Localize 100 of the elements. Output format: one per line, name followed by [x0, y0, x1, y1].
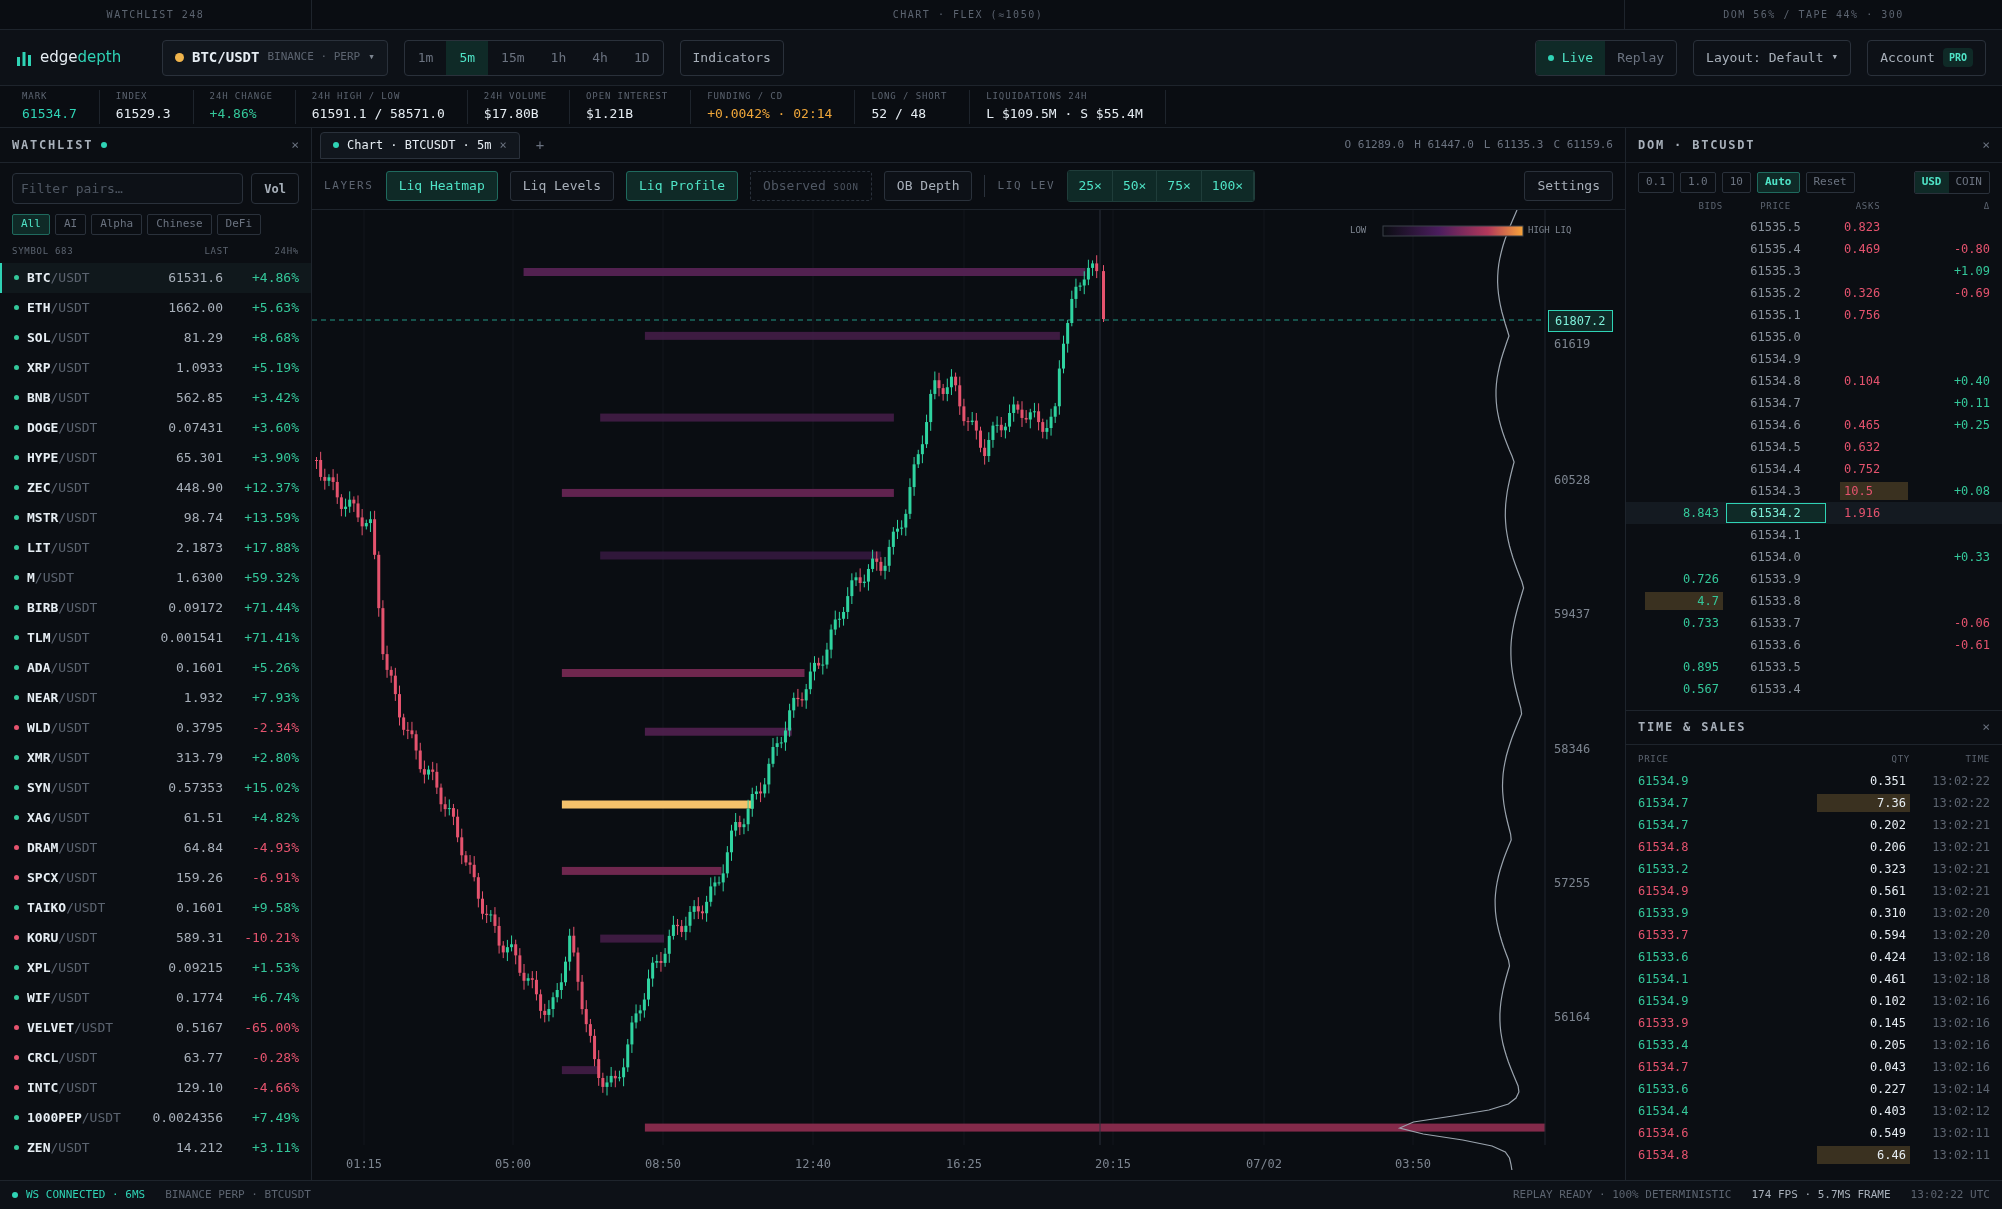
watchlist-row[interactable]: ADA/USDT 0.1601 +5.26%: [0, 652, 311, 683]
watchlist-row[interactable]: XAG/USDT 61.51 +4.82%: [0, 802, 311, 833]
close-button[interactable]: ×: [1982, 135, 1990, 155]
pair-symbol: XPL/USDT: [27, 958, 91, 977]
filter-chip[interactable]: All: [12, 214, 50, 235]
layer-toggle[interactable]: Liq Heatmap: [385, 171, 498, 201]
change-percent: +15.02%: [243, 778, 299, 797]
chart-tab[interactable]: Chart · BTCUSDT · 5m ×: [320, 131, 520, 159]
last-price: 0.1774: [176, 988, 223, 1007]
sort-button[interactable]: Vol: [251, 173, 299, 204]
reset-button[interactable]: Reset: [1805, 172, 1855, 193]
watchlist-row[interactable]: SOL/USDT 81.29 +8.68%: [0, 322, 311, 353]
indicators-button[interactable]: Indicators: [679, 39, 784, 76]
filter-field[interactable]: Filter pairs…: [12, 173, 244, 204]
watchlist-row[interactable]: 1000PEP/USDT 0.0024356 +7.49%: [0, 1102, 311, 1133]
timeframe-tab[interactable]: 4h: [579, 40, 621, 75]
filter-chip[interactable]: Alpha: [91, 214, 143, 235]
watchlist-row[interactable]: HYPE/USDT 65.301 +3.90%: [0, 442, 311, 473]
timeframe-tab[interactable]: 15m: [488, 40, 538, 75]
watchlist-row[interactable]: BTC/USDT 61531.6 +4.86%: [0, 262, 311, 293]
layer-toggle[interactable]: Liq Levels: [509, 171, 614, 201]
trade-qty: 0.549: [1868, 1125, 1907, 1142]
mode-tab[interactable]: Live: [1535, 40, 1606, 75]
last-price: 14.212: [176, 1138, 223, 1157]
unit-toggle[interactable]: USD: [1914, 172, 1949, 193]
tab-label: Chart · BTCUSDT · 5m: [347, 137, 492, 154]
watchlist-row[interactable]: TAIKO/USDT 0.1601 +9.58%: [0, 892, 311, 923]
watchlist-row[interactable]: XRP/USDT 1.0933 +5.19%: [0, 352, 311, 383]
tick-step-button[interactable]: 0.1: [1638, 172, 1674, 193]
last-price: 0.09172: [168, 598, 223, 617]
watchlist-row[interactable]: SPCX/USDT 159.26 -6.91%: [0, 862, 311, 893]
pair-symbol: ETH/USDT: [27, 298, 91, 317]
price-level: 61534.4: [1750, 460, 1801, 478]
layout-dropdown[interactable]: Layout: Default ▾: [1693, 39, 1852, 76]
last-price: 98.74: [183, 508, 223, 527]
unit-toggle[interactable]: COIN: [1948, 172, 1989, 193]
watchlist-row[interactable]: LIT/USDT 2.1873 +17.88%: [0, 532, 311, 563]
close-button[interactable]: ×: [1982, 717, 1990, 737]
pair-symbol: XMR/USDT: [27, 748, 91, 767]
watchlist-row[interactable]: BNB/USDT 562.85 +3.42%: [0, 382, 311, 413]
delta-value: -0.61: [1953, 636, 1990, 654]
filter-chip[interactable]: AI: [54, 214, 87, 235]
leverage-toggle[interactable]: 75×: [1157, 171, 1202, 201]
trade-time: 13:02:22: [1931, 795, 1990, 812]
timeframe-tab[interactable]: 1m: [404, 40, 447, 75]
change-percent: +4.86%: [251, 268, 299, 287]
layer-toggle[interactable]: OB Depth: [883, 171, 973, 201]
trade-price: 61534.8: [1638, 1147, 1690, 1164]
watchlist-row[interactable]: WIF/USDT 0.1774 +6.74%: [0, 982, 311, 1013]
add-tab-button[interactable]: +: [527, 134, 553, 156]
leverage-toggle[interactable]: 100×: [1201, 171, 1255, 201]
watchlist-row[interactable]: NEAR/USDT 1.932 +7.93%: [0, 682, 311, 713]
tick-step-button[interactable]: 10: [1721, 172, 1751, 193]
watchlist-row[interactable]: XMR/USDT 313.79 +2.80%: [0, 742, 311, 773]
close-button[interactable]: ×: [499, 136, 507, 154]
watchlist-row[interactable]: ZEC/USDT 448.90 +12.37%: [0, 472, 311, 503]
mode-tab[interactable]: Replay: [1605, 40, 1677, 75]
watchlist-row[interactable]: BIRB/USDT 0.09172 +71.44%: [0, 592, 311, 623]
watchlist-row[interactable]: MSTR/USDT 98.74 +13.59%: [0, 502, 311, 533]
timeframe-tab[interactable]: 1h: [537, 40, 580, 75]
price-level: 61535.4: [1750, 240, 1801, 258]
watchlist-row[interactable]: DRAM/USDT 64.84 -4.93%: [0, 832, 311, 863]
watchlist-row[interactable]: VELVET/USDT 0.5167 -65.00%: [0, 1012, 311, 1043]
account-button[interactable]: Account PRO: [1867, 39, 1986, 76]
symbol-selector[interactable]: BTC/USDT BINANCE · PERP ▾: [162, 39, 388, 76]
settings-button[interactable]: Settings: [1524, 171, 1613, 201]
trade-time: 13:02:11: [1931, 1125, 1990, 1142]
tick-step-button[interactable]: 1.0: [1679, 172, 1716, 193]
watchlist-row[interactable]: WLD/USDT 0.3795 -2.34%: [0, 712, 311, 743]
price-level: 61533.5: [1750, 658, 1801, 676]
filter-chip[interactable]: DeFi: [216, 214, 262, 235]
filter-chip[interactable]: Chinese: [147, 214, 212, 235]
watchlist-row[interactable]: M/USDT 1.6300 +59.32%: [0, 562, 311, 593]
watchlist-row[interactable]: KORU/USDT 589.31 -10.21%: [0, 922, 311, 953]
timeframe-tab[interactable]: 5m: [446, 40, 489, 75]
watchlist-row[interactable]: ETH/USDT 1662.00 +5.63%: [0, 292, 311, 323]
watchlist-row[interactable]: TLM/USDT 0.001541 +71.41%: [0, 622, 311, 653]
trade-qty: 0.461: [1868, 971, 1907, 988]
layer-toggle[interactable]: Liq Profile: [626, 171, 739, 201]
watchlist-row[interactable]: DOGE/USDT 0.07431 +3.60%: [0, 412, 311, 443]
stat-label: 24H HIGH / LOW: [311, 90, 402, 103]
pair-symbol: VELVET/USDT: [27, 1018, 115, 1037]
leverage-toggle[interactable]: 25×: [1068, 171, 1113, 201]
watchlist-row[interactable]: INTC/USDT 129.10 -4.66%: [0, 1072, 311, 1103]
change-percent: -0.28%: [251, 1048, 299, 1067]
timeframe-tab[interactable]: 1D: [620, 40, 663, 75]
tick-step-button[interactable]: Auto: [1757, 172, 1800, 193]
leverage-toggle[interactable]: 50×: [1112, 171, 1158, 201]
column-header: PRICE: [1638, 752, 1670, 766]
watchlist-row[interactable]: ZEN/USDT 14.212 +3.11%: [0, 1132, 311, 1163]
watchlist-row[interactable]: SYN/USDT 0.57353 +15.02%: [0, 772, 311, 803]
watchlist-row[interactable]: CRCL/USDT 63.77 -0.28%: [0, 1042, 311, 1073]
watchlist-row[interactable]: XPL/USDT 0.09215 +1.53%: [0, 952, 311, 983]
last-price: 64.84: [183, 838, 223, 857]
ask-size: 0.632: [1843, 438, 1882, 456]
ask-size: 10.5: [1840, 481, 1908, 500]
change-percent: +7.49%: [251, 1108, 299, 1127]
time-axis-label: 08:50: [644, 1156, 682, 1173]
close-button[interactable]: ×: [291, 135, 299, 155]
legend-high-label: HIGH LIQ: [1528, 224, 1572, 237]
